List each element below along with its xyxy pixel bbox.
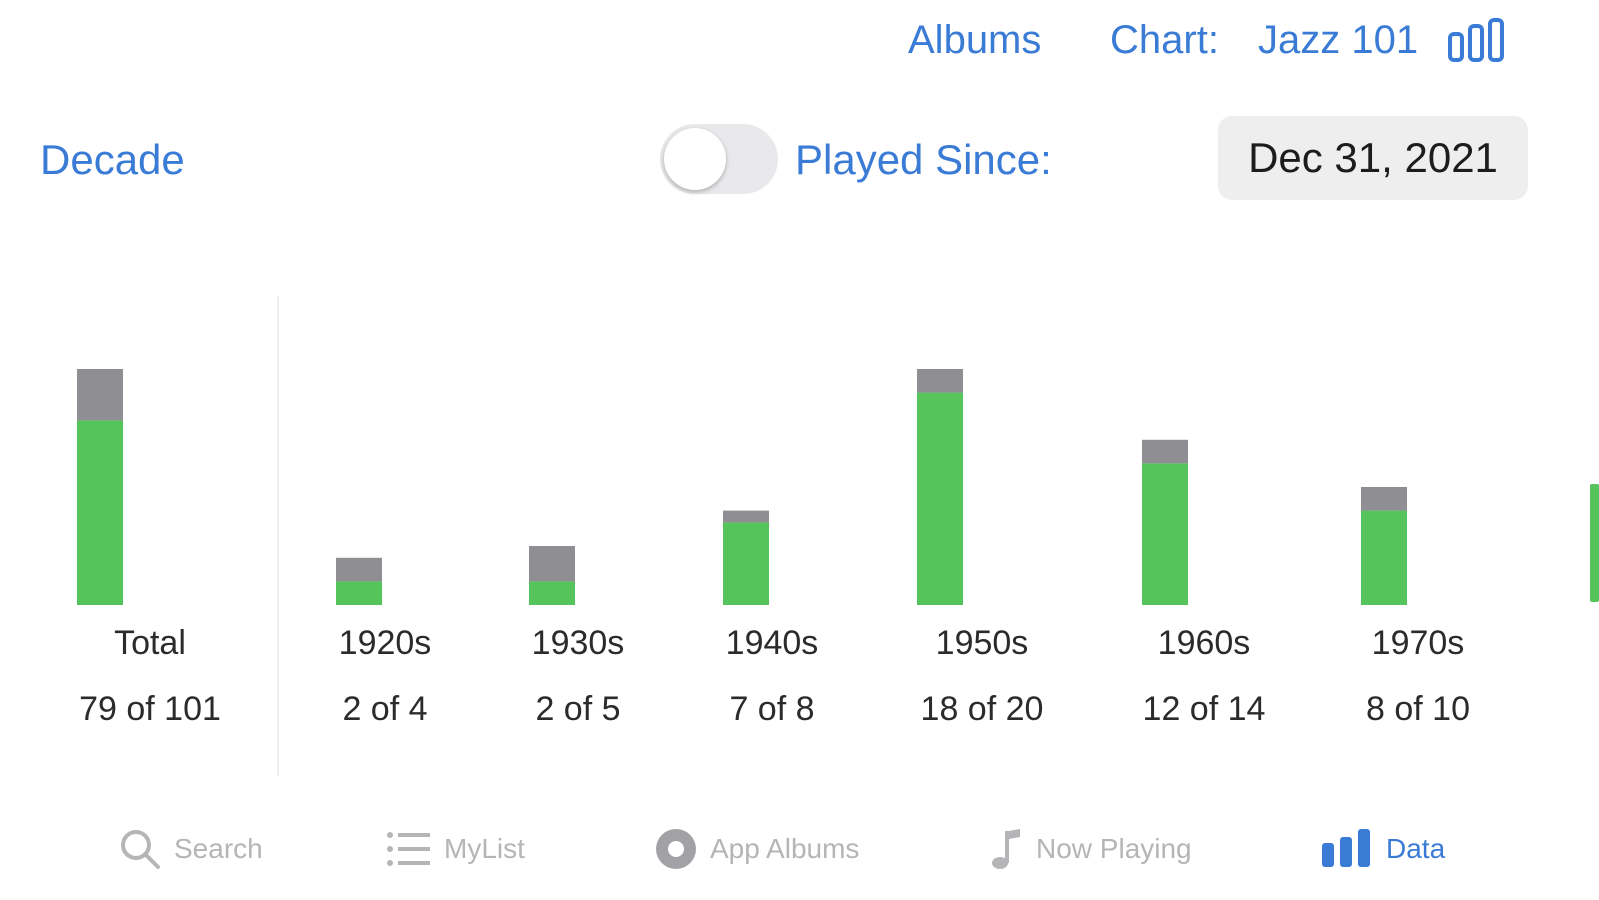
tab-bar: Search MyList App Albums Now Playing Dat… xyxy=(0,800,1599,900)
bar-unplayed-1920s[interactable] xyxy=(336,557,382,582)
date-picker[interactable]: Dec 31, 2021 xyxy=(1218,116,1528,200)
category-count: 7 of 8 xyxy=(729,690,815,728)
category-label: 1940s xyxy=(725,624,819,662)
bar-played-1960s[interactable] xyxy=(1142,463,1188,605)
tab-label-now-playing: Now Playing xyxy=(1036,833,1192,864)
category-count: 79 of 101 xyxy=(79,690,221,728)
data-screen: Albums Chart: Jazz 101 Decade Played Sin… xyxy=(0,0,1599,900)
played-since-label: Played Since: xyxy=(795,136,1052,183)
tab-now-playing[interactable]: Now Playing xyxy=(990,824,1192,874)
bar-unplayed-total[interactable] xyxy=(77,369,123,421)
record-icon xyxy=(656,829,696,869)
tab-app-albums[interactable]: App Albums xyxy=(654,824,859,874)
bar-unplayed-1960s[interactable] xyxy=(1142,439,1188,464)
bar-played-1970s[interactable] xyxy=(1361,510,1407,605)
chart-selector-button[interactable]: Jazz 101 xyxy=(1258,18,1418,63)
top-bar: Albums Chart: Jazz 101 xyxy=(0,0,1599,80)
tab-data[interactable]: Data xyxy=(1320,824,1445,874)
bar-played-1920s[interactable] xyxy=(336,581,382,605)
tab-mylist[interactable]: MyList xyxy=(386,824,525,874)
decade-button[interactable]: Decade xyxy=(40,136,185,184)
category-count: 8 of 10 xyxy=(1366,690,1470,728)
music-note-icon xyxy=(992,829,1020,869)
category-label: Total xyxy=(114,624,186,662)
category-label: 1960s xyxy=(1157,624,1251,662)
category-label: 1930s xyxy=(531,624,625,662)
bar-played-1950s[interactable] xyxy=(917,392,963,605)
bar-chart-icon[interactable] xyxy=(1448,18,1508,64)
category-label: 1920s xyxy=(338,624,432,662)
date-value: Dec 31, 2021 xyxy=(1248,134,1498,181)
tab-label-mylist: MyList xyxy=(444,833,525,864)
tab-search[interactable]: Search xyxy=(118,824,263,874)
albums-link[interactable]: Albums xyxy=(908,18,1041,63)
toggle-knob xyxy=(664,128,726,190)
tab-label-data: Data xyxy=(1386,833,1446,864)
tab-label-app-albums: App Albums xyxy=(710,833,860,864)
category-count: 2 of 5 xyxy=(535,690,621,728)
bar-unplayed-1940s[interactable] xyxy=(723,510,769,523)
search-icon xyxy=(121,830,160,869)
next-bar-peek xyxy=(1590,484,1599,602)
chart-label: Chart: xyxy=(1110,18,1219,62)
bar-unplayed-1970s[interactable] xyxy=(1361,487,1407,511)
category-label: 1950s xyxy=(935,624,1029,662)
category-count: 18 of 20 xyxy=(920,690,1044,728)
bar-played-total[interactable] xyxy=(77,420,123,605)
category-count: 2 of 4 xyxy=(342,690,428,728)
tab-label-search: Search xyxy=(174,833,263,864)
bar-unplayed-1930s[interactable] xyxy=(529,546,575,582)
bar-played-1930s[interactable] xyxy=(529,581,575,605)
list-icon xyxy=(387,832,430,866)
bar-chart-icon xyxy=(1322,829,1370,867)
bar-played-1940s[interactable] xyxy=(723,522,769,605)
category-label: 1970s xyxy=(1371,624,1465,662)
category-count: 12 of 14 xyxy=(1142,690,1266,728)
bar-unplayed-1950s[interactable] xyxy=(917,369,963,393)
played-since-toggle[interactable] xyxy=(660,124,778,194)
